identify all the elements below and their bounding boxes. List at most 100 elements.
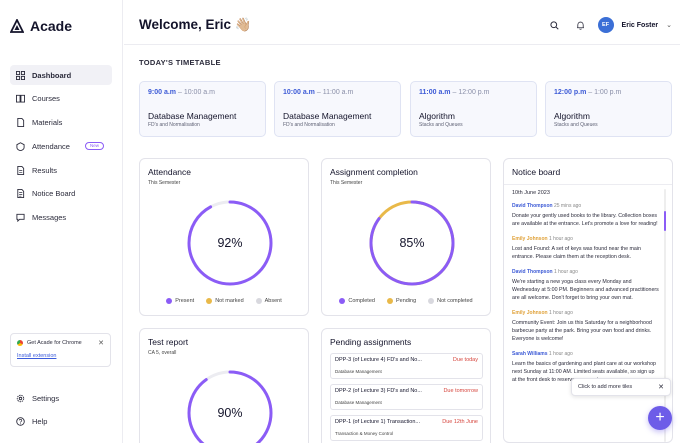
notice-item[interactable]: David Thompson 25 mins ago Donate your g… bbox=[512, 203, 660, 228]
tooltip-text: Click to add more tiles bbox=[578, 384, 633, 390]
timetable-card[interactable]: 11:00 a.m – 12:00 p.m Algorithm Stacks a… bbox=[410, 81, 537, 137]
timetable-card[interactable]: 9:00 a.m – 10:00 a.m Database Management… bbox=[139, 81, 266, 137]
attendance-value: 92% bbox=[217, 236, 243, 250]
slot-end: – 1:00 p.m bbox=[588, 89, 622, 96]
sidebar-item-label: Courses bbox=[32, 94, 60, 104]
notice-item[interactable]: Emily Johnson 1 hour ago Lost and Found:… bbox=[512, 236, 660, 261]
notice-time: 1 hour ago bbox=[548, 351, 573, 357]
notice-date: 10th June 2023 bbox=[512, 190, 550, 196]
scroll-thumb[interactable] bbox=[664, 211, 666, 231]
close-icon[interactable]: ✕ bbox=[658, 383, 664, 391]
test-report-value: 90% bbox=[217, 406, 243, 420]
notice-icon bbox=[17, 189, 25, 199]
sidebar-item-results[interactable]: Results bbox=[10, 160, 112, 180]
assignment-title: DPP-1 (of Lecture 1) Transaction... bbox=[335, 419, 420, 425]
sidebar-bottom-nav: Settings Help bbox=[10, 388, 112, 436]
sidebar-item-settings[interactable]: Settings bbox=[10, 388, 112, 408]
assignment-due: Due today bbox=[452, 357, 478, 363]
slot-start: 12:00 p.m bbox=[554, 89, 587, 96]
absent-dot bbox=[255, 298, 262, 304]
notice-time: 1 hour ago bbox=[553, 269, 578, 275]
slot-topic: Stacks and Queues bbox=[554, 122, 598, 128]
app-name: Acade bbox=[30, 18, 73, 34]
legend-label: Not marked bbox=[215, 298, 244, 304]
chevron-down-icon[interactable]: ⌄ bbox=[666, 21, 672, 29]
sidebar-item-label: Dashboard bbox=[32, 70, 72, 80]
notice-author: David Thompson bbox=[512, 203, 553, 209]
attendance-card: Attendance This Semester 92% Present Not… bbox=[139, 158, 309, 316]
assignment-due: Due tomorrow bbox=[443, 388, 478, 394]
legend-item: Pending bbox=[386, 298, 417, 304]
notice-item[interactable]: Emily Johnson 1 hour ago Community Event… bbox=[512, 310, 660, 343]
card-title: Notice board bbox=[512, 167, 561, 177]
slot-subject: Algorithm bbox=[554, 111, 590, 121]
legend-label: Present bbox=[175, 298, 195, 304]
message-icon bbox=[16, 214, 25, 223]
chrome-extension-promo: Get Acade for Chrome ✕ Install extension bbox=[10, 333, 111, 367]
notifications-button[interactable] bbox=[572, 16, 590, 34]
sidebar-item-help[interactable]: Help bbox=[10, 412, 112, 432]
add-tiles-tooltip: Click to add more tiles ✕ bbox=[571, 378, 671, 396]
close-icon[interactable]: ✕ bbox=[98, 339, 104, 347]
user-name[interactable]: Eric Foster bbox=[622, 22, 659, 29]
sidebar-item-label: Results bbox=[32, 165, 58, 175]
pending-assignments-card: Pending assignments DPP-3 (of Lecture 4)… bbox=[321, 328, 491, 443]
legend-label: Pending bbox=[395, 298, 417, 304]
notice-text: We're starting a new yoga class every Mo… bbox=[512, 279, 659, 301]
notice-scrollbar[interactable] bbox=[664, 189, 666, 442]
plus-icon: + bbox=[655, 409, 665, 426]
search-button[interactable] bbox=[546, 16, 564, 34]
document-icon bbox=[17, 118, 25, 128]
slot-subject: Database Management bbox=[283, 111, 372, 121]
add-tile-button[interactable]: + bbox=[648, 406, 672, 430]
notice-time: 1 hour ago bbox=[548, 310, 573, 316]
slot-topic: FD's and Normalisation bbox=[283, 122, 335, 128]
notice-item[interactable]: David Thompson 1 hour ago We're starting… bbox=[512, 269, 660, 302]
legend-item: Absent bbox=[255, 298, 282, 304]
sidebar-item-attendance[interactable]: Attendance New bbox=[10, 136, 112, 156]
sidebar-item-dashboard[interactable]: Dashboard bbox=[10, 65, 112, 85]
slot-topic: Stacks and Queues bbox=[419, 122, 463, 128]
slot-topic: FD's and Normalisation bbox=[148, 122, 200, 128]
results-icon bbox=[17, 165, 25, 175]
sidebar-item-label: Notice Board bbox=[32, 189, 76, 199]
slot-subject: Database Management bbox=[148, 111, 237, 121]
install-extension-link[interactable]: Install extension bbox=[17, 353, 104, 359]
pending-assignment-item[interactable]: DPP-1 (of Lecture 1) Transaction... Due 1… bbox=[330, 415, 483, 441]
not-marked-dot bbox=[206, 298, 213, 304]
sidebar-item-label: Help bbox=[32, 417, 48, 427]
assignment-due: Due 12th June bbox=[442, 419, 478, 425]
header-divider bbox=[124, 44, 680, 45]
app-logo[interactable]: Acade bbox=[10, 18, 72, 34]
help-icon bbox=[16, 417, 25, 427]
avatar[interactable]: EF bbox=[597, 17, 614, 33]
card-title: Test report bbox=[148, 337, 189, 347]
sidebar-item-courses[interactable]: Courses bbox=[10, 89, 112, 109]
bell-icon bbox=[577, 21, 584, 30]
sidebar: Acade Dashboard Courses Materials Attend… bbox=[0, 0, 123, 443]
timetable-title: TODAY'S TIMETABLE bbox=[139, 58, 221, 67]
sidebar-item-notice-board[interactable]: Notice Board bbox=[10, 184, 112, 204]
pending-assignment-item[interactable]: DPP-2 (of Lecture 3) FD's and No... Due t… bbox=[330, 384, 483, 410]
slot-start: 10:00 a.m bbox=[283, 89, 315, 96]
pending-assignment-item[interactable]: DPP-3 (of Lecture 4) FD's and No... Due t… bbox=[330, 353, 483, 379]
notice-time: 1 hour ago bbox=[548, 236, 573, 242]
sidebar-item-messages[interactable]: Messages bbox=[10, 208, 112, 228]
notice-text: Community Event: Join us this Saturday f… bbox=[512, 320, 652, 342]
timetable-card[interactable]: 12:00 p.m – 1:00 p.m Algorithm Stacks an… bbox=[545, 81, 672, 137]
new-badge: New bbox=[84, 142, 104, 151]
legend: Completed Pending Not completed bbox=[322, 298, 490, 304]
timetable-card[interactable]: 10:00 a.m – 11:00 a.m Database Managemen… bbox=[274, 81, 401, 137]
main-content: Welcome, Eric 👋🏼 EF Eric Foster ⌄ TODAY'… bbox=[124, 0, 680, 443]
legend-item: Not completed bbox=[428, 298, 473, 304]
sidebar-item-materials[interactable]: Materials bbox=[10, 113, 112, 133]
topbar-actions: EF Eric Foster ⌄ bbox=[546, 16, 680, 34]
completed-dot bbox=[339, 298, 346, 304]
test-report-card: Test report CA 5, overall 90% bbox=[139, 328, 309, 443]
search-icon bbox=[550, 20, 559, 30]
sidebar-item-label: Materials bbox=[32, 118, 63, 128]
legend-item: Not marked bbox=[206, 298, 244, 304]
card-title: Attendance bbox=[148, 167, 192, 177]
pending-dot bbox=[386, 298, 393, 304]
notice-board-card: Notice board 10th June 2023 David Thomps… bbox=[503, 158, 673, 443]
